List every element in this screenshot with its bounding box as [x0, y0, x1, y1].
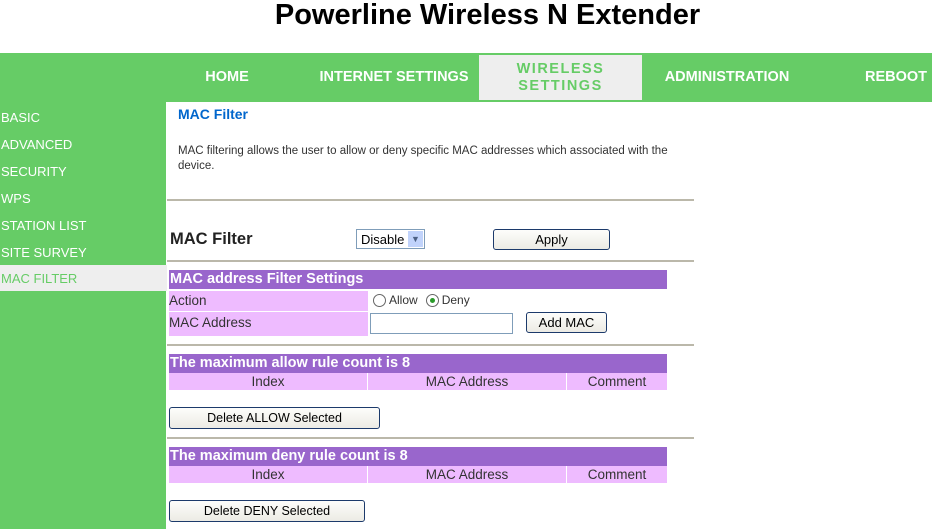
mac-address-input[interactable] [370, 313, 513, 334]
page-title: Powerline Wireless N Extender [274, 0, 701, 31]
deny-label: Deny [441, 293, 470, 307]
mac-filter-select[interactable]: Disable ▼ [356, 229, 425, 249]
add-mac-button[interactable]: Add MAC [526, 312, 607, 333]
delete-allow-button[interactable]: Delete ALLOW Selected [169, 407, 380, 429]
deny-rules-title: The maximum deny rule count is 8 [169, 447, 667, 466]
action-label: Action [169, 291, 368, 311]
section-heading: MAC Filter [178, 106, 248, 122]
apply-button[interactable]: Apply [493, 229, 610, 250]
divider [167, 437, 694, 439]
sidebar: BASIC ADVANCED SECURITY WPS STATION LIST… [0, 102, 167, 529]
allow-col-comment: Comment [567, 373, 667, 390]
divider [167, 344, 694, 346]
divider [167, 260, 694, 262]
allow-radio[interactable] [373, 293, 386, 307]
sidebar-item-wps[interactable]: WPS [0, 185, 167, 211]
nav-internet-settings[interactable]: INTERNET SETTINGS [318, 53, 470, 102]
deny-col-mac: MAC Address [368, 466, 566, 483]
allow-col-index: Index [169, 373, 367, 390]
sidebar-item-site-survey[interactable]: SITE SURVEY [0, 239, 167, 265]
divider [167, 199, 694, 201]
mac-filter-label: MAC Filter [170, 230, 253, 248]
chevron-down-icon: ▼ [408, 231, 423, 247]
sidebar-item-station-list[interactable]: STATION LIST [0, 212, 167, 238]
allow-rules-title: The maximum allow rule count is 8 [169, 354, 667, 373]
allow-col-mac: MAC Address [368, 373, 566, 390]
sidebar-item-security[interactable]: SECURITY [0, 158, 167, 184]
sidebar-item-advanced[interactable]: ADVANCED [0, 131, 167, 157]
deny-col-index: Index [169, 466, 367, 483]
delete-deny-button[interactable]: Delete DENY Selected [169, 500, 365, 522]
select-value: Disable [361, 232, 405, 247]
mac-address-label: MAC Address [169, 312, 368, 336]
allow-label: Allow [389, 293, 418, 307]
sidebar-item-mac-filter[interactable]: MAC FILTER [0, 265, 167, 291]
deny-col-comment: Comment [567, 466, 667, 483]
nav-home[interactable]: HOME [166, 53, 288, 102]
nav-wireless-settings[interactable]: WIRELESS SETTINGS [479, 55, 642, 100]
deny-radio[interactable] [425, 293, 439, 307]
top-nav: HOME INTERNET SETTINGS WIRELESS SETTINGS… [0, 53, 932, 102]
description: MAC filtering allows the user to allow o… [178, 145, 668, 172]
settings-title: MAC address Filter Settings [169, 270, 667, 289]
nav-administration[interactable]: ADMINISTRATION [652, 53, 802, 102]
sidebar-item-basic[interactable]: BASIC [0, 104, 167, 130]
nav-reboot[interactable]: REBOOT [850, 53, 932, 102]
